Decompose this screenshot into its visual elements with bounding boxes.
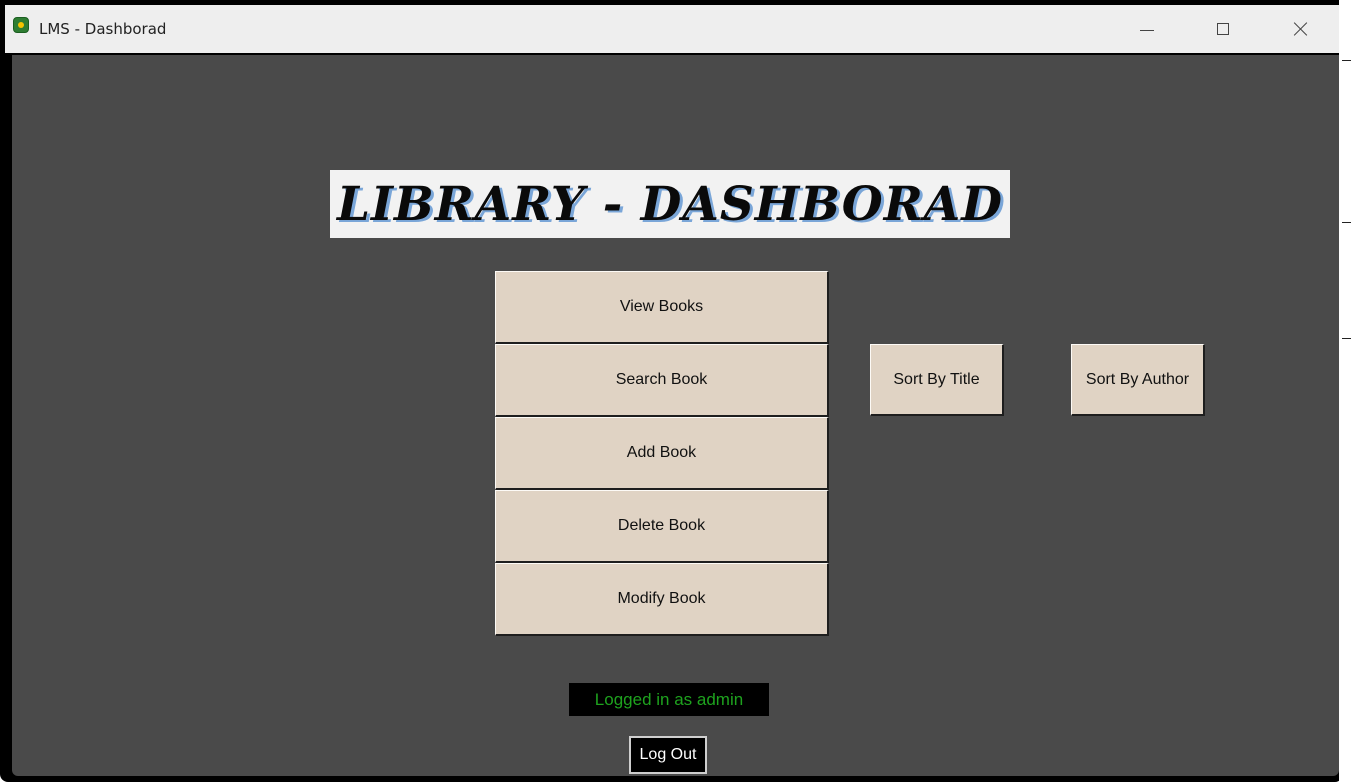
login-status-label: Logged in as admin bbox=[569, 683, 769, 716]
sort-by-author-button[interactable]: Sort By Author bbox=[1071, 344, 1205, 416]
add-book-button[interactable]: Add Book bbox=[495, 417, 829, 490]
close-icon bbox=[1293, 21, 1309, 37]
divider bbox=[1342, 60, 1351, 61]
background-window-edge bbox=[1339, 0, 1351, 784]
divider bbox=[1342, 222, 1351, 223]
title-bar: LMS - Dashborad bbox=[5, 5, 1339, 53]
page-title-banner: LIBRARY - DASHBORAD bbox=[330, 170, 1010, 238]
divider bbox=[1342, 338, 1351, 339]
maximize-icon bbox=[1217, 23, 1229, 35]
dashboard-panel: LIBRARY - DASHBORAD View Books Search Bo… bbox=[12, 55, 1339, 776]
delete-book-button[interactable]: Delete Book bbox=[495, 490, 829, 563]
modify-book-button[interactable]: Modify Book bbox=[495, 563, 829, 636]
window-title: LMS - Dashborad bbox=[39, 20, 167, 38]
sort-by-title-button[interactable]: Sort By Title bbox=[870, 344, 1004, 416]
view-books-button[interactable]: View Books bbox=[495, 271, 829, 344]
close-button[interactable] bbox=[1271, 5, 1331, 53]
minimize-button[interactable] bbox=[1117, 5, 1177, 53]
maximize-button[interactable] bbox=[1193, 5, 1253, 53]
logout-button[interactable]: Log Out bbox=[629, 736, 707, 774]
app-window: LMS - Dashborad LIBRARY - DASHBORAD View… bbox=[0, 0, 1343, 782]
page-title: LIBRARY - DASHBORAD bbox=[336, 176, 1004, 232]
search-book-button[interactable]: Search Book bbox=[495, 344, 829, 417]
app-logo-icon bbox=[13, 17, 29, 33]
minimize-icon bbox=[1140, 29, 1154, 31]
